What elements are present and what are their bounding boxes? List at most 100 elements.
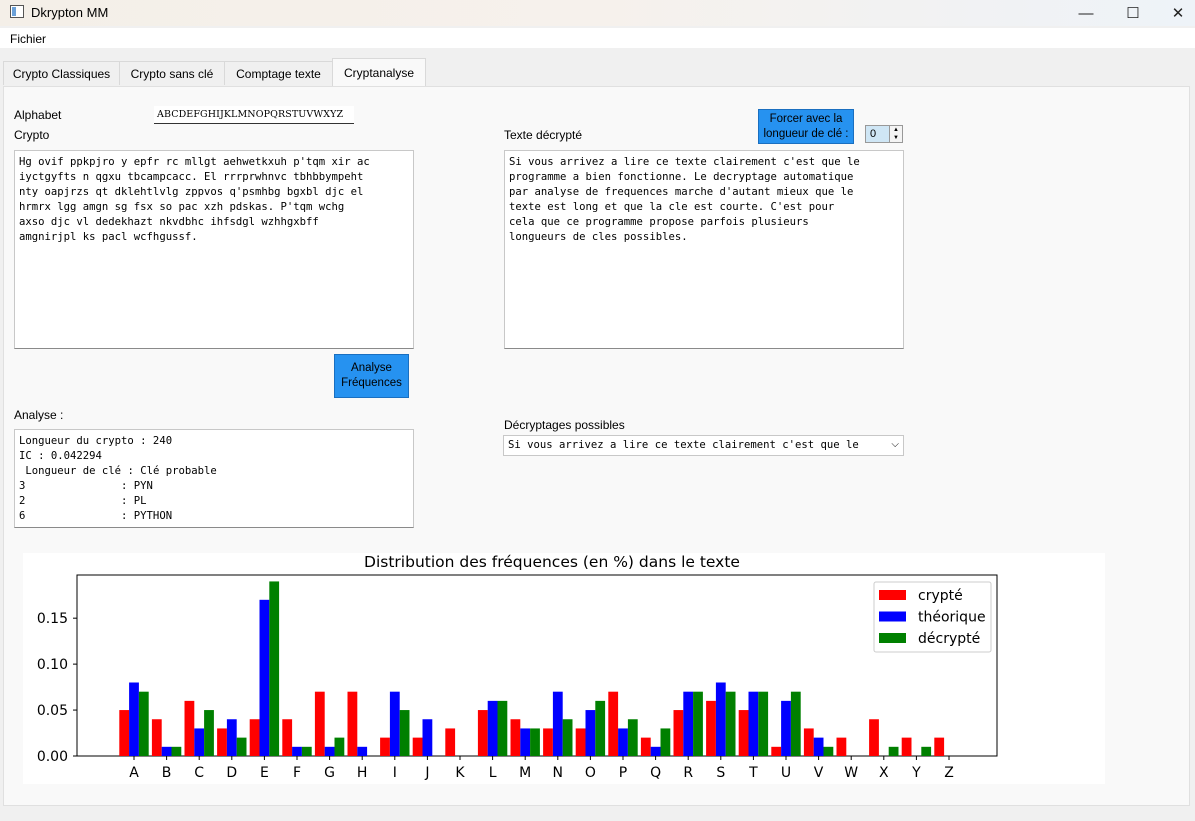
- bar-U-2: [790, 691, 801, 756]
- x-tick-label: T: [748, 765, 758, 781]
- bar-Q-0: [640, 737, 651, 756]
- x-tick-label: V: [814, 765, 824, 781]
- bar-Q-2: [660, 728, 671, 756]
- bar-A-1: [129, 682, 139, 756]
- alphabet-input[interactable]: ABCDEFGHIJKLMNOPQRSTUVWXYZ: [154, 106, 354, 124]
- tab-cryptanalyse[interactable]: Cryptanalyse: [332, 58, 426, 86]
- bar-E-0: [249, 719, 260, 756]
- alphabet-label: Alphabet: [14, 108, 62, 122]
- bar-I-0: [380, 737, 390, 756]
- bar-B-1: [161, 746, 172, 756]
- x-tick-label: F: [293, 765, 301, 781]
- bar-A-0: [119, 710, 130, 756]
- decrypted-label: Texte décrypté: [504, 128, 583, 142]
- bar-O-1: [585, 710, 596, 756]
- analyse-label: Analyse :: [14, 408, 64, 422]
- bar-P-2: [627, 719, 638, 756]
- x-tick-label: E: [260, 765, 269, 781]
- close-button[interactable]: ✕: [1155, 0, 1195, 26]
- bar-N-0: [543, 728, 553, 756]
- key-length-value: 0: [870, 128, 877, 140]
- x-tick-label: A: [129, 765, 139, 781]
- bar-Y-2: [921, 746, 932, 756]
- bar-H-0: [347, 691, 358, 756]
- bar-M-2: [530, 728, 540, 756]
- x-tick-label: N: [553, 765, 563, 781]
- bar-F-0: [282, 719, 293, 756]
- maximize-button[interactable]: ☐: [1110, 0, 1156, 26]
- x-tick-label: Q: [650, 765, 661, 781]
- bar-L-0: [477, 710, 488, 756]
- bar-D-0: [217, 728, 227, 756]
- x-tick-label: S: [716, 765, 725, 781]
- x-tick-label: K: [455, 765, 465, 781]
- bar-U-0: [771, 746, 782, 756]
- x-tick-label: P: [619, 765, 627, 781]
- minimize-button[interactable]: —: [1063, 0, 1109, 26]
- x-tick-label: B: [162, 765, 172, 781]
- bar-C-1: [194, 728, 205, 756]
- spin-arrows-icon[interactable]: ▲ ▼: [889, 126, 902, 142]
- bar-E-2: [269, 581, 280, 756]
- legend-swatch-2: [879, 633, 906, 643]
- possible-decryptions-select[interactable]: Si vous arrivez a lire ce texte claireme…: [503, 435, 904, 456]
- title-bar: Dkrypton MM — ☐ ✕: [0, 0, 1195, 26]
- legend-label-2: décrypté: [918, 631, 980, 647]
- tab-crypto-sans-cle[interactable]: Crypto sans clé: [119, 61, 225, 85]
- window-title: Dkrypton MM: [31, 5, 109, 20]
- x-tick-label: Z: [944, 765, 954, 781]
- bar-F-2: [301, 746, 312, 756]
- bar-V-2: [823, 746, 834, 756]
- x-tick-label: O: [585, 765, 596, 781]
- menu-fichier[interactable]: Fichier: [10, 32, 46, 46]
- force-key-length-button[interactable]: Forcer avec la longueur de clé :: [758, 109, 854, 144]
- bar-L-2: [497, 700, 508, 756]
- bar-P-1: [618, 728, 628, 756]
- bar-G-0: [314, 691, 325, 756]
- possible-decryptions-value: Si vous arrivez a lire ce texte claireme…: [508, 439, 859, 451]
- x-tick-label: Y: [911, 765, 921, 781]
- app-icon: [10, 5, 24, 18]
- decrypted-textarea[interactable]: Si vous arrivez a lire ce texte claireme…: [504, 150, 904, 349]
- bar-H-1: [357, 746, 368, 756]
- bar-B-2: [171, 746, 182, 756]
- bar-G-2: [334, 737, 345, 756]
- bar-P-0: [608, 691, 619, 756]
- bar-E-1: [259, 599, 270, 756]
- bar-G-1: [324, 746, 335, 756]
- tab-crypto-classiques[interactable]: Crypto Classiques: [3, 61, 120, 85]
- crypto-textarea[interactable]: Hg ovif ppkpjro y epfr rc mllgt aehwetkx…: [14, 150, 414, 349]
- legend-swatch-0: [879, 590, 906, 600]
- bar-I-1: [389, 691, 400, 756]
- bar-C-2: [204, 710, 214, 756]
- key-length-spinbox[interactable]: 0 ▲ ▼: [865, 125, 903, 143]
- analyse-output[interactable]: Longueur du crypto : 240 IC : 0.042294 L…: [14, 429, 414, 528]
- y-tick-label: 0.15: [37, 611, 68, 627]
- x-tick-label: D: [226, 765, 237, 781]
- menu-bar: Fichier: [0, 28, 1195, 48]
- tab-bar: Crypto Classiques Crypto sans clé Compta…: [0, 48, 1195, 88]
- legend-label-1: théorique: [918, 610, 986, 626]
- analyse-frequences-button[interactable]: Analyse Fréquences: [334, 354, 409, 398]
- bar-S-1: [715, 682, 726, 756]
- x-tick-label: W: [844, 765, 858, 781]
- bar-U-1: [781, 700, 791, 756]
- bar-Y-0: [901, 737, 912, 756]
- bar-R-1: [683, 691, 694, 756]
- tab-comptage-texte[interactable]: Comptage texte: [224, 61, 333, 85]
- possible-decryptions-label: Décryptages possibles: [504, 418, 625, 432]
- x-tick-label: J: [424, 765, 429, 781]
- legend-label-0: crypté: [918, 588, 963, 604]
- bar-K-0: [445, 728, 456, 756]
- bar-W-0: [836, 737, 847, 756]
- bar-Z-0: [934, 737, 945, 756]
- frequency-chart: Distribution des fréquences (en %) dans …: [23, 553, 1105, 784]
- bar-T-1: [748, 691, 759, 756]
- chevron-down-icon: ⌵: [891, 439, 899, 450]
- bar-S-2: [725, 691, 736, 756]
- x-tick-label: H: [357, 765, 368, 781]
- bar-L-1: [487, 700, 498, 756]
- x-tick-label: X: [879, 765, 889, 781]
- legend-swatch-1: [879, 611, 906, 622]
- bar-T-0: [738, 710, 749, 756]
